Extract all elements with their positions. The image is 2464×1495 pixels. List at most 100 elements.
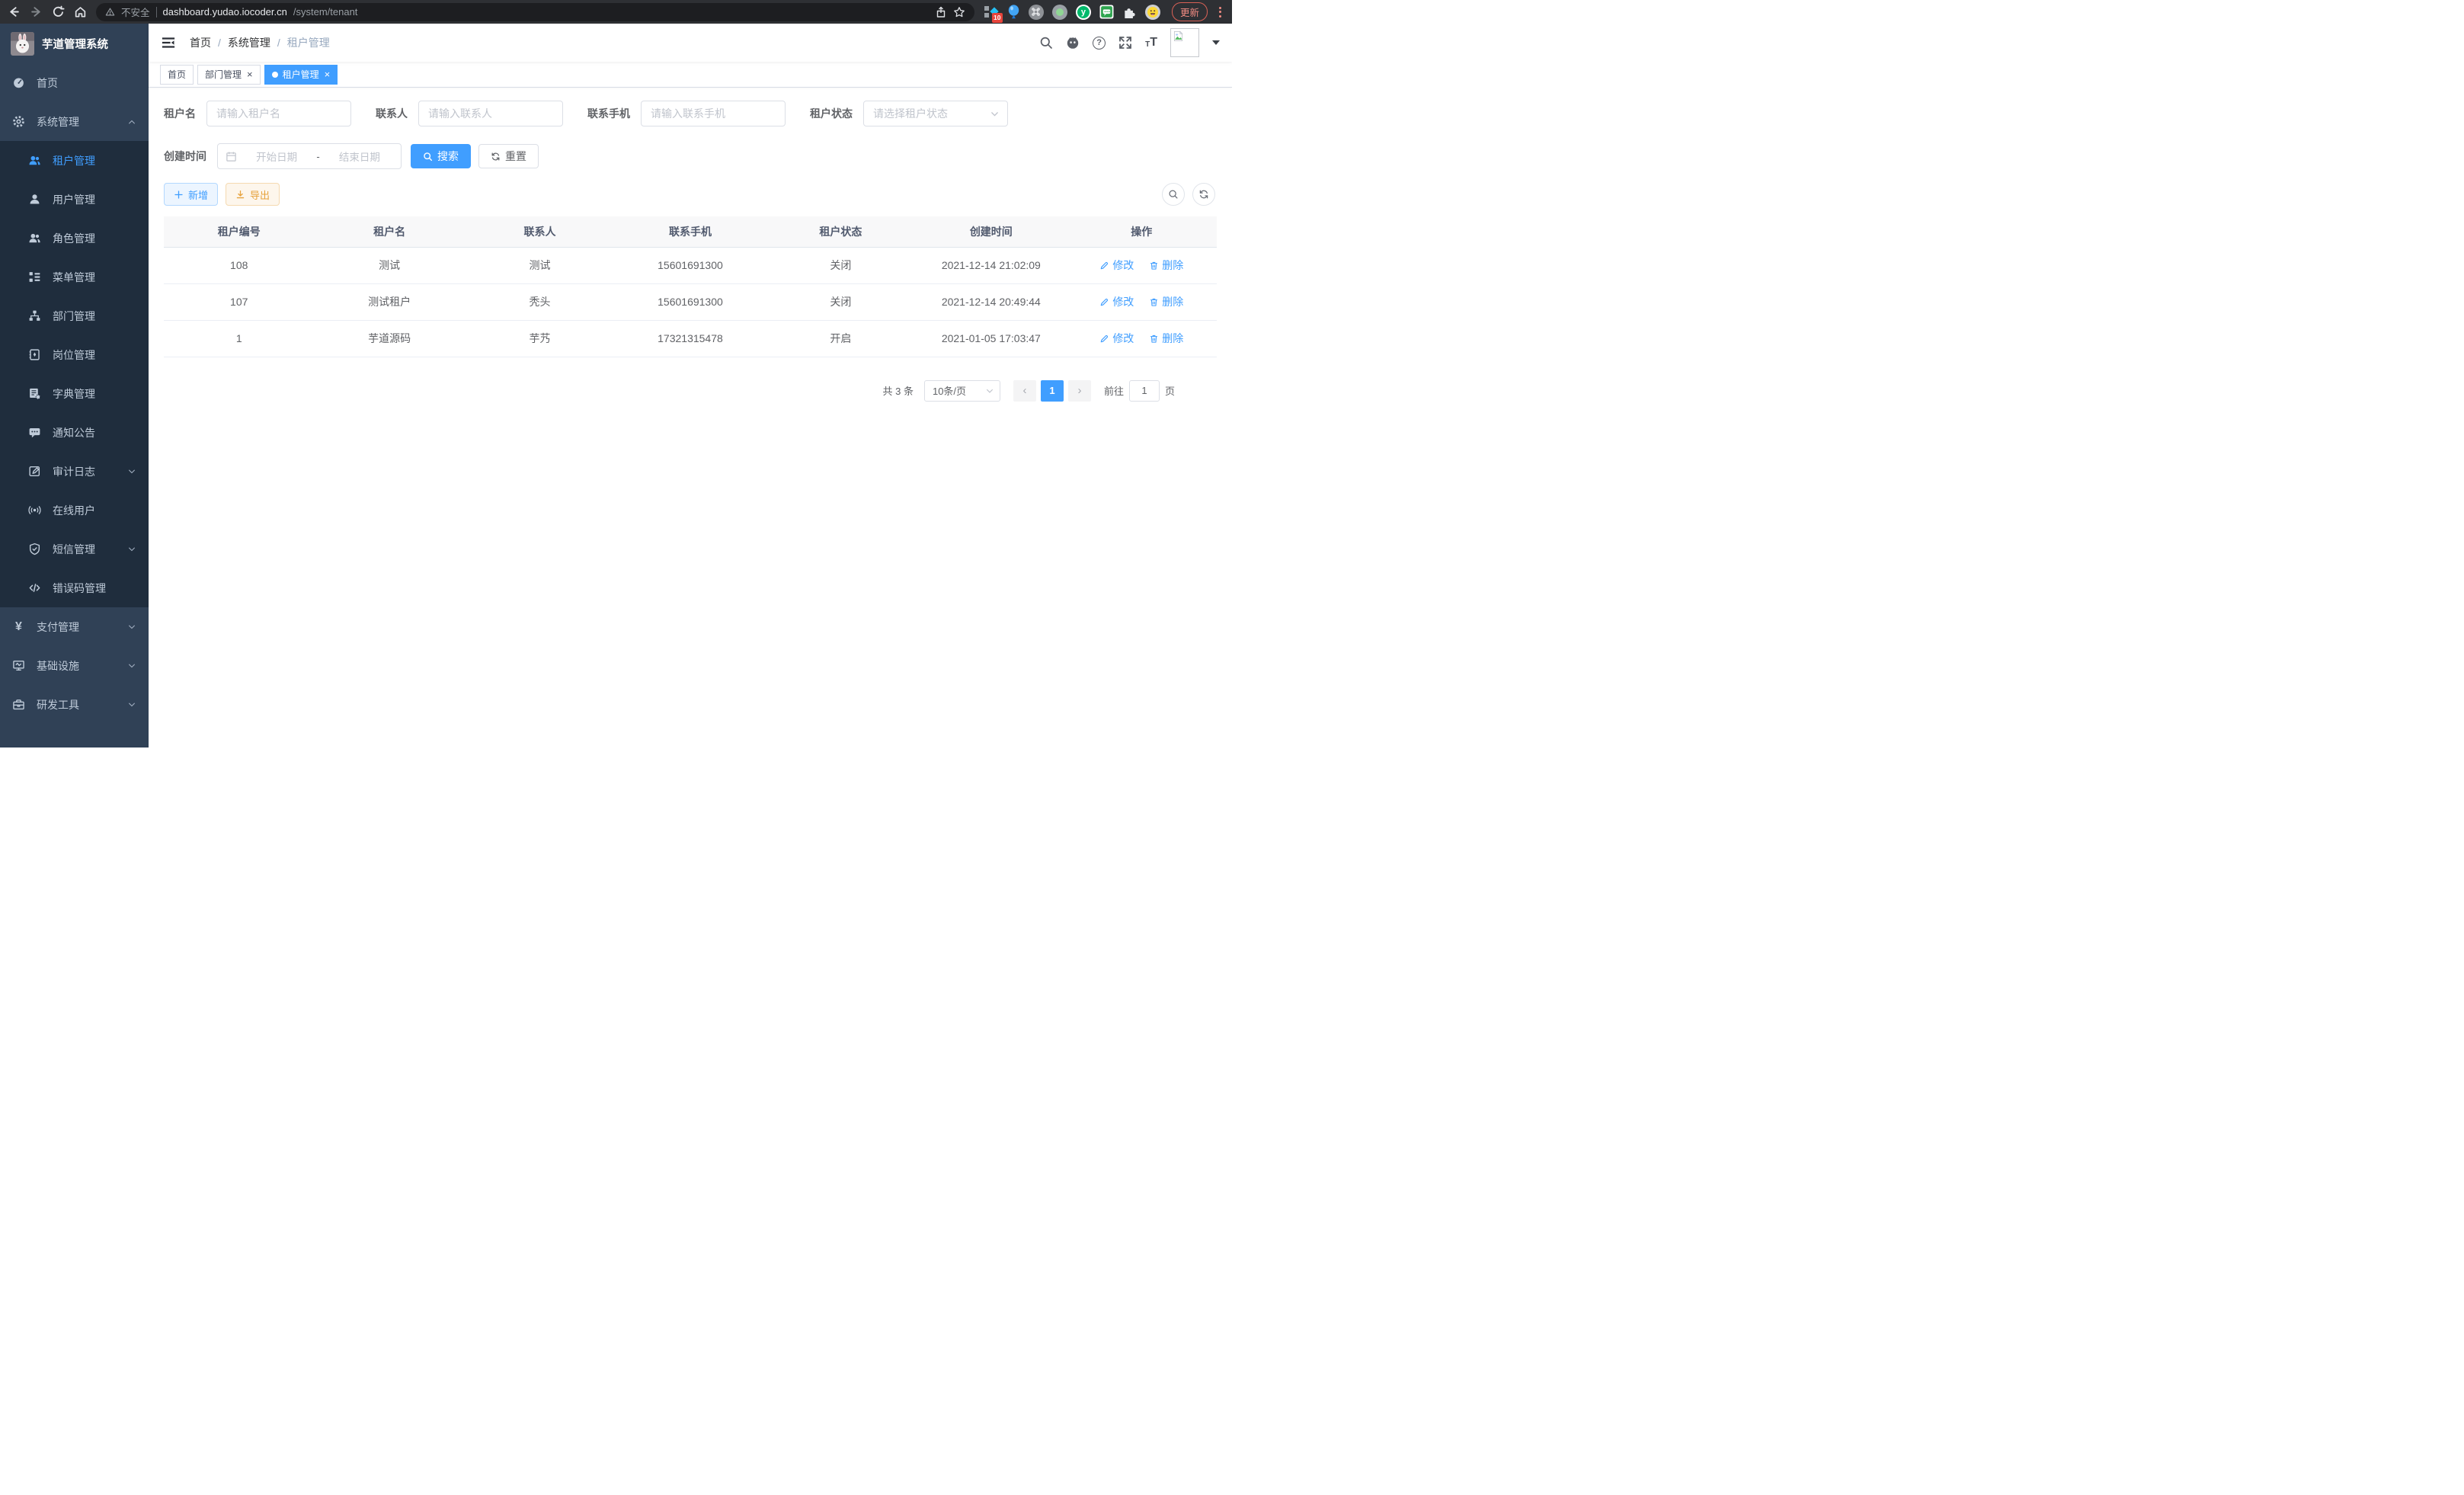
tab-tenant[interactable]: 租户管理 ×: [264, 65, 338, 85]
security-warning-icon[interactable]: [105, 7, 115, 17]
goto-page-input[interactable]: [1129, 380, 1160, 402]
browser-reload-icon[interactable]: [52, 5, 65, 18]
chevron-down-icon: [127, 545, 136, 554]
field-label: 租户状态: [810, 106, 853, 121]
toggle-search-button[interactable]: [1162, 183, 1185, 206]
sidebar-item-payment[interactable]: ¥ 支付管理: [0, 607, 149, 646]
tab-label: 租户管理: [283, 68, 319, 81]
help-icon[interactable]: ?: [1093, 37, 1106, 50]
sidebar-item-role[interactable]: 角色管理: [0, 219, 149, 258]
edit-link[interactable]: 修改: [1099, 294, 1134, 309]
browser-back-icon[interactable]: [8, 5, 21, 18]
close-icon[interactable]: ×: [325, 69, 331, 79]
sidebar-item-label: 通知公告: [53, 425, 95, 440]
breadcrumb-home[interactable]: 首页: [190, 35, 211, 50]
fullscreen-icon[interactable]: [1118, 36, 1132, 50]
sidebar-item-online-user[interactable]: 在线用户: [0, 491, 149, 530]
caret-down-icon[interactable]: [1212, 40, 1220, 45]
sidebar-item-post[interactable]: 岗位管理: [0, 335, 149, 374]
add-button[interactable]: 新增: [164, 183, 218, 206]
sidebar-item-home[interactable]: 首页: [0, 63, 149, 102]
avatar[interactable]: [1170, 28, 1199, 57]
chevron-down-icon: [127, 700, 136, 709]
tenant-name-input[interactable]: [206, 101, 351, 126]
edit-link[interactable]: 修改: [1099, 258, 1134, 273]
sidebar-item-system[interactable]: 系统管理: [0, 102, 149, 141]
col-status: 租户状态: [766, 216, 916, 247]
edit-link[interactable]: 修改: [1099, 331, 1134, 346]
app-logo-row[interactable]: 芋道管理系统: [0, 24, 149, 63]
table-row: 108 测试 测试 15601691300 关闭 2021-12-14 21:0…: [164, 247, 1217, 283]
page-content: 租户名 联系人 联系手机 租户状态 请选择租户状态: [149, 88, 1232, 748]
search-button[interactable]: 搜索: [411, 144, 471, 168]
page-number-1[interactable]: 1: [1041, 380, 1064, 402]
browser-menu-icon[interactable]: [1216, 7, 1224, 18]
refresh-icon: [1198, 189, 1209, 200]
extension-recorder-icon[interactable]: [1052, 5, 1067, 20]
sidebar-toggle-icon[interactable]: [161, 35, 176, 50]
sidebar-item-sms[interactable]: 短信管理: [0, 530, 149, 568]
tags-view-bar: 首页 部门管理 × 租户管理 ×: [149, 62, 1232, 88]
close-icon[interactable]: ×: [247, 69, 253, 79]
table-row: 107 测试租户 秃头 15601691300 关闭 2021-12-14 20…: [164, 283, 1217, 320]
extension-chat-icon[interactable]: [1099, 5, 1114, 19]
extension-command-icon[interactable]: [1029, 5, 1044, 20]
delete-link[interactable]: 删除: [1149, 294, 1183, 309]
browser-forward-icon[interactable]: [30, 5, 43, 18]
delete-link[interactable]: 删除: [1149, 258, 1183, 273]
app-title: 芋道管理系统: [42, 36, 108, 52]
contact-input[interactable]: [418, 101, 563, 126]
github-icon[interactable]: [1066, 36, 1080, 50]
delete-link[interactable]: 删除: [1149, 331, 1183, 346]
breadcrumb-system[interactable]: 系统管理: [228, 35, 270, 50]
date-range-picker[interactable]: 开始日期 - 结束日期: [217, 143, 402, 169]
extension-balloon-icon[interactable]: [1007, 5, 1020, 20]
extensions-puzzle-icon[interactable]: [1122, 5, 1137, 19]
header-search-icon[interactable]: [1039, 36, 1053, 50]
next-page-button[interactable]: ›: [1068, 380, 1091, 402]
select-placeholder: 请选择租户状态: [873, 106, 948, 121]
extension-yuque-icon[interactable]: y: [1076, 5, 1091, 20]
export-button[interactable]: 导出: [226, 183, 280, 206]
sidebar-item-dev-tools[interactable]: 研发工具: [0, 685, 149, 724]
sidebar-item-dict[interactable]: 字典管理: [0, 374, 149, 413]
refresh-icon: [491, 152, 501, 162]
reset-button[interactable]: 重置: [478, 144, 539, 168]
profile-avatar-icon[interactable]: [1145, 5, 1160, 20]
page-size-value: 10条/页: [933, 383, 966, 398]
browser-home-icon[interactable]: [74, 5, 87, 18]
sidebar-item-error-code[interactable]: 错误码管理: [0, 568, 149, 607]
cell-actions: 修改 删除: [1067, 247, 1217, 283]
trash-icon: [1149, 261, 1159, 271]
cell-mobile: 15601691300: [615, 283, 765, 320]
sidebar-item-label: 菜单管理: [53, 270, 95, 285]
sidebar-item-dept[interactable]: 部门管理: [0, 296, 149, 335]
refresh-table-button[interactable]: [1192, 183, 1215, 206]
prev-page-button[interactable]: ‹: [1013, 380, 1036, 402]
tenant-table: 租户编号 租户名 联系人 联系手机 租户状态 创建时间 操作 108 测试: [164, 216, 1217, 357]
tab-home[interactable]: 首页: [160, 65, 194, 85]
sidebar-item-user[interactable]: 用户管理: [0, 180, 149, 219]
bookmark-star-icon[interactable]: [953, 6, 965, 18]
font-size-icon[interactable]: TT: [1145, 37, 1157, 49]
sidebar-item-infra[interactable]: 基础设施: [0, 646, 149, 685]
address-bar[interactable]: 不安全 dashboard.yudao.iocoder.cn/system/te…: [96, 3, 974, 21]
sidebar-item-tenant[interactable]: 租户管理: [0, 141, 149, 180]
breadcrumb: 首页 / 系统管理 / 租户管理: [190, 35, 330, 50]
download-icon: [235, 190, 245, 200]
mobile-input[interactable]: [641, 101, 786, 126]
extension-badge: 10: [992, 13, 1003, 23]
extension-devtools-icon[interactable]: 10: [984, 5, 999, 20]
page-size-select[interactable]: 10条/页: [924, 380, 1000, 402]
status-select[interactable]: 请选择租户状态: [863, 101, 1008, 126]
sidebar-item-menu[interactable]: 菜单管理: [0, 258, 149, 296]
tab-dept[interactable]: 部门管理 ×: [197, 65, 261, 85]
sidebar-item-notice[interactable]: 通知公告: [0, 413, 149, 452]
update-button[interactable]: 更新: [1172, 2, 1208, 21]
start-date-placeholder: 开始日期: [243, 149, 310, 164]
table-row: 1 芋道源码 芋艿 17321315478 开启 2021-01-05 17:0…: [164, 320, 1217, 357]
cell-status: 关闭: [766, 283, 916, 320]
sidebar-item-audit-log[interactable]: 审计日志: [0, 452, 149, 491]
share-icon[interactable]: [935, 6, 947, 18]
col-mobile: 联系手机: [615, 216, 765, 247]
